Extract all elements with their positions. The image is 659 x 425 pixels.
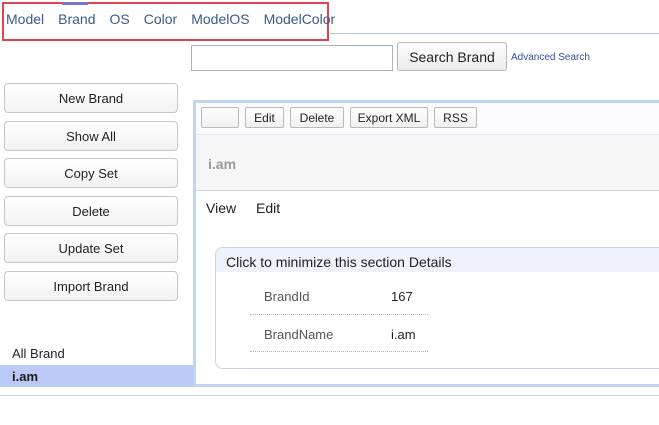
tab-view[interactable]: View [206,200,236,216]
active-tab-indicator [62,2,88,5]
search-input[interactable] [191,45,393,71]
nav-item-modelos[interactable]: ModelOS [191,11,249,27]
advanced-search-link[interactable]: Advanced Search [511,52,590,63]
search-brand-button[interactable]: Search Brand [397,42,507,71]
all-brand-link[interactable]: All Brand [12,346,65,361]
delete-button[interactable]: Delete [4,196,178,226]
field-label-brandname: BrandName [264,327,334,342]
field-value-brandid: 167 [391,289,413,304]
show-all-button[interactable]: Show All [4,121,178,151]
nav-divider [330,33,659,34]
nav-item-brand[interactable]: Brand [58,11,95,27]
blank-toolbar-button[interactable] [201,107,239,128]
top-nav: Model Brand OS Color ModelOS ModelColor [6,11,349,27]
nav-item-color[interactable]: Color [144,11,177,27]
record-title: i.am [208,156,237,172]
field-label-brandid: BrandId [264,289,310,304]
new-brand-button[interactable]: New Brand [4,83,178,113]
field-divider [250,351,428,352]
field-divider [250,314,428,315]
delete-record-button[interactable]: Delete [290,107,344,128]
copy-set-button[interactable]: Copy Set [4,158,178,188]
update-set-button[interactable]: Update Set [4,233,178,263]
field-value-brandname: i.am [391,327,416,342]
tab-edit[interactable]: Edit [256,200,280,216]
import-brand-button[interactable]: Import Brand [4,271,178,301]
footer-divider [0,395,659,396]
record-title-bar [196,135,659,191]
nav-item-model[interactable]: Model [6,11,44,27]
nav-item-os[interactable]: OS [110,11,130,27]
nav-item-modelcolor[interactable]: ModelColor [264,11,336,27]
rss-button[interactable]: RSS [434,107,477,128]
details-section-title[interactable]: Click to minimize this section Details [226,254,452,270]
list-item-label: i.am [12,369,39,384]
export-xml-button[interactable]: Export XML [350,107,428,128]
edit-button[interactable]: Edit [245,107,284,128]
list-item-selected[interactable]: i.am [0,365,193,387]
